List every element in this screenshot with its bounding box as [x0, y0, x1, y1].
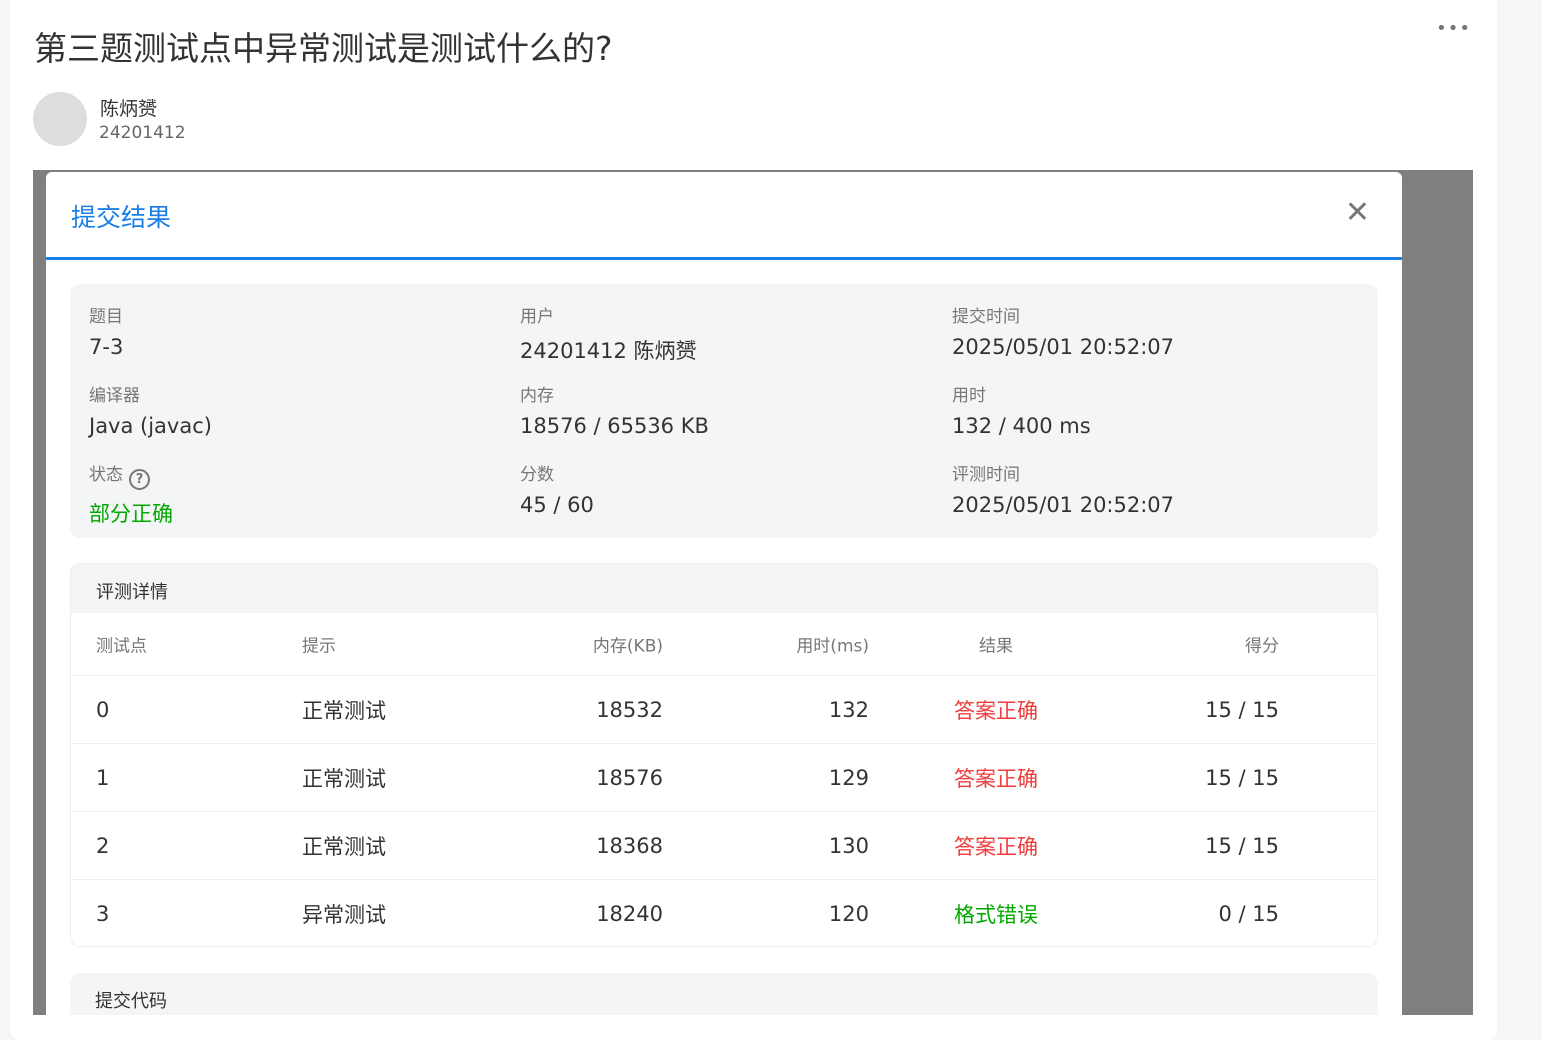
- info-field: 题目 7-3: [89, 302, 123, 359]
- ellipsis-icon[interactable]: •••: [1436, 18, 1471, 39]
- table-header: 测试点 提示 内存(KB) 用时(ms) 结果 得分: [71, 613, 1377, 676]
- case-id: 1: [96, 765, 110, 790]
- info-label: 评测时间: [952, 460, 1174, 485]
- info-value: 2025/05/01 20:52:07: [952, 335, 1175, 359]
- col-memory: 内存(KB): [592, 636, 663, 657]
- case-memory: 18576: [596, 765, 663, 790]
- help-icon[interactable]: ?: [129, 469, 150, 490]
- info-label-text: 分数: [520, 465, 554, 485]
- judge-details: 评测详情 测试点 提示 内存(KB) 用时(ms) 结果 得分 0 正常测试 1…: [70, 563, 1378, 947]
- col-score: 得分: [1245, 636, 1279, 657]
- author-name[interactable]: 陈炳赟: [100, 94, 157, 121]
- details-title: 评测详情: [71, 564, 1377, 613]
- avatar[interactable]: [33, 92, 87, 146]
- case-time: 120: [828, 902, 869, 926]
- info-field: 用户 24201412 陈炳赟: [520, 302, 697, 365]
- col-case: 测试点: [96, 636, 147, 657]
- case-result: 答案正确: [954, 698, 1038, 723]
- info-label-text: 题目: [89, 307, 123, 327]
- case-result: 格式错误: [954, 903, 1038, 927]
- case-result: 答案正确: [954, 834, 1038, 859]
- col-time: 用时(ms): [796, 636, 869, 657]
- case-result: 答案正确: [954, 766, 1038, 791]
- info-label-text: 内存: [520, 386, 554, 406]
- info-value: 2025/05/01 20:52:07: [952, 493, 1175, 517]
- info-field: 评测时间 2025/05/01 20:52:07: [952, 460, 1174, 517]
- info-value: Java (javac): [89, 414, 212, 438]
- case-time: 129: [828, 765, 869, 790]
- info-label-text: 用时: [952, 386, 986, 406]
- info-label: 分数: [520, 460, 594, 485]
- case-score: 15 / 15: [1205, 765, 1279, 790]
- case-id: 0: [96, 697, 110, 722]
- case-hint: 正常测试: [302, 698, 386, 723]
- post-title: 第三题测试点中异常测试是测试什么的?: [34, 29, 613, 68]
- case-time: 132: [828, 697, 869, 722]
- info-label: 用户: [520, 302, 697, 327]
- table-row: 0 正常测试 18532 132 答案正确 15 / 15: [71, 676, 1377, 744]
- case-id: 3: [96, 902, 110, 926]
- info-field: 内存 18576 / 65536 KB: [520, 381, 709, 438]
- case-hint: 异常测试: [302, 903, 386, 927]
- info-value: 18576 / 65536 KB: [520, 414, 709, 438]
- case-hint: 正常测试: [302, 766, 386, 791]
- info-field: 用时 132 / 400 ms: [952, 381, 1091, 438]
- info-label-text: 编译器: [89, 386, 140, 406]
- table-row: 1 正常测试 18576 129 答案正确 15 / 15: [71, 744, 1377, 812]
- modal-header: 提交结果 ✕: [46, 172, 1402, 260]
- info-label-text: 评测时间: [952, 465, 1020, 485]
- col-result: 结果: [979, 636, 1013, 657]
- table-row: 3 异常测试 18240 120 格式错误 0 / 15: [71, 880, 1377, 946]
- case-time: 130: [828, 833, 869, 858]
- info-value: 24201412 陈炳赟: [520, 339, 697, 363]
- info-label: 内存: [520, 381, 709, 406]
- case-memory: 18368: [596, 833, 663, 858]
- info-field: 编译器 Java (javac): [89, 381, 212, 438]
- submission-info: 题目 7-3 用户 24201412 陈炳赟 提交时间 2025/05/01 20:52:…: [70, 284, 1378, 538]
- info-label: 状态?: [89, 460, 173, 490]
- info-field: 分数 45 / 60: [520, 460, 594, 517]
- close-icon[interactable]: ✕: [1345, 198, 1370, 228]
- submitted-code-header: 提交代码: [70, 973, 1378, 1015]
- case-memory: 18532: [596, 697, 663, 722]
- case-score: 0 / 15: [1218, 902, 1279, 926]
- table-row: 2 正常测试 18368 130 答案正确 15 / 15: [71, 812, 1377, 880]
- info-label-text: 状态: [89, 465, 123, 485]
- case-memory: 18240: [596, 902, 663, 926]
- info-label: 编译器: [89, 381, 212, 406]
- info-field: 提交时间 2025/05/01 20:52:07: [952, 302, 1174, 359]
- info-value: 部分正确: [89, 502, 173, 526]
- info-field: 状态? 部分正确: [89, 460, 173, 528]
- case-hint: 正常测试: [302, 834, 386, 859]
- author-id: 24201412: [99, 123, 186, 143]
- case-score: 15 / 15: [1205, 697, 1279, 722]
- info-value: 45 / 60: [520, 493, 594, 517]
- info-label: 题目: [89, 302, 123, 327]
- case-id: 2: [96, 833, 110, 858]
- info-label: 用时: [952, 381, 1091, 406]
- info-label: 提交时间: [952, 302, 1174, 327]
- info-label-text: 提交时间: [952, 307, 1020, 327]
- info-label-text: 用户: [520, 307, 554, 327]
- col-hint: 提示: [302, 636, 336, 657]
- modal-title: 提交结果: [71, 203, 172, 232]
- info-value: 132 / 400 ms: [952, 414, 1091, 438]
- case-score: 15 / 15: [1205, 833, 1279, 858]
- info-value: 7-3: [89, 335, 124, 359]
- submission-result-modal: 提交结果 ✕ 题目 7-3 用户 24201412 陈炳赟 提交时间 2025/05/01…: [46, 172, 1402, 1015]
